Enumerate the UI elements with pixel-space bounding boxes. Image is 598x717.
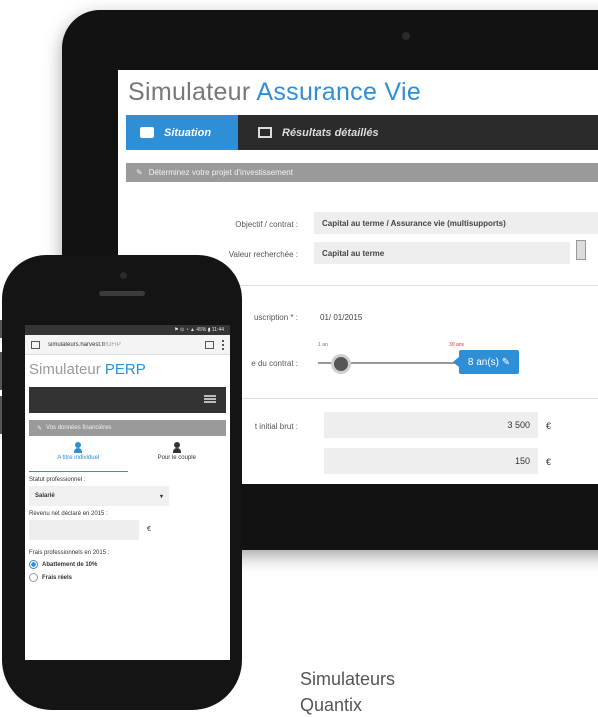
tagline: Simulateurs Quantix [300, 666, 395, 717]
statut-select[interactable]: Salarié ▾ [29, 486, 169, 506]
duration-slider-handle[interactable] [331, 354, 351, 374]
tablet-section-banner: ✎ Déterminez votre projet d'investisseme… [126, 163, 598, 182]
currency-symbol: € [147, 526, 151, 533]
option-couple-label: Pour le couple [157, 455, 196, 461]
slider-min-label: 1 an [318, 342, 328, 348]
versement-value: 3 500 [507, 420, 530, 430]
tab-resultats[interactable]: Résultats détaillés [244, 115, 379, 150]
household-option-group: A titre individuel Pour le couple [29, 440, 226, 472]
hamburger-menu-icon[interactable] [204, 395, 216, 403]
option-couple[interactable]: Pour le couple [128, 440, 227, 472]
phone-camera [120, 272, 127, 279]
versement-initial-input[interactable]: 3 500 [324, 412, 538, 438]
statut-label: Statut professionnel : [29, 477, 86, 483]
tablet-title-plain: Simulateur [128, 78, 257, 106]
phone-section-banner: ✎ Vos données financières [29, 420, 226, 436]
phone-title-accent: PERP [104, 361, 146, 378]
valeur-value: Capital au terme [322, 248, 385, 258]
stage: Simulateur Assurance Vie Situation Résul… [0, 0, 598, 717]
phone-title-plain: Simulateur [29, 361, 105, 378]
tablet-title-accent: Assurance Vie [256, 78, 422, 106]
tablet-camera [402, 32, 410, 40]
tagline-line2: Quantix [300, 695, 363, 715]
radio-empty-icon [29, 573, 38, 582]
couple-icon [172, 442, 181, 453]
periodique-value: 150 [514, 456, 530, 466]
objectif-select[interactable]: Capital au terme / Assurance vie (multis… [314, 212, 598, 234]
slider-value-tooltip[interactable]: 8 an(s) ✎ [453, 350, 519, 374]
statut-value: Salarié [35, 493, 55, 499]
tab-resultats-label: Résultats détaillés [282, 126, 379, 139]
radio-frais-reels-label: Frais réels [42, 574, 73, 581]
phone-page-title: Simulateur PERP [25, 355, 230, 381]
person-icon [74, 442, 83, 453]
tablet-nav-bar: Situation Résultats détaillés [126, 115, 598, 150]
pencil-icon: ✎ [37, 425, 43, 432]
tablet-banner-text: Déterminez votre projet d'investissement [148, 168, 293, 177]
valeur-select[interactable]: Capital au terme [314, 242, 570, 264]
status-icons: ⚑ ⊙ ◔ ▲ 45% ▮ 11:44 [174, 327, 224, 333]
browser-url-bar[interactable]: simulateurs.harvest.fr/DFIP [25, 335, 230, 355]
objectif-value: Capital au terme / Assurance vie (multis… [322, 218, 506, 228]
chevron-down-icon: ▾ [159, 493, 163, 500]
frais-label: Frais professionnels en 2015 : [29, 550, 110, 556]
radio-abattement[interactable]: Abattement de 10% [29, 560, 226, 569]
tab-situation[interactable]: Situation [126, 115, 238, 150]
currency-symbol: € [546, 421, 552, 431]
radio-abattement-label: Abattement de 10% [42, 561, 98, 568]
revenu-row: € [25, 517, 230, 545]
folder-icon [140, 127, 154, 138]
versement-periodique-input[interactable]: 150 [324, 448, 538, 474]
revenu-input[interactable] [29, 520, 139, 540]
tablet-page-title: Simulateur Assurance Vie [128, 78, 421, 107]
url-text[interactable]: simulateurs.harvest.fr/DFIP [48, 342, 197, 348]
slider-max-label: 30 ans [449, 342, 465, 348]
phone-speaker [99, 291, 145, 296]
menu-dots-icon[interactable] [222, 339, 224, 350]
tabs-icon[interactable] [205, 340, 214, 349]
status-bar: ⚑ ⊙ ◔ ▲ 45% ▮ 11:44 [25, 325, 230, 335]
url-domain: simulateurs.harvest.fr [48, 341, 106, 348]
radio-selected-icon [29, 560, 38, 569]
phone-nav-bar [29, 387, 226, 413]
phone-device: ⚑ ⊙ ◔ ▲ 45% ▮ 11:44 simulateurs.harvest.… [2, 255, 242, 710]
tab-situation-label: Situation [164, 126, 212, 139]
phone-screen: ⚑ ⊙ ◔ ▲ 45% ▮ 11:44 simulateurs.harvest.… [25, 325, 230, 660]
tagline-line1: Simulateurs [300, 669, 396, 689]
pencil-icon: ✎ [136, 168, 143, 177]
option-individuel[interactable]: A titre individuel [29, 440, 128, 472]
home-icon[interactable] [31, 340, 40, 349]
dropdown-toggle-button[interactable] [576, 240, 586, 260]
option-individuel-label: A titre individuel [57, 455, 100, 461]
chart-icon [258, 127, 272, 138]
url-path: /DFIP [105, 341, 121, 348]
currency-symbol: € [546, 457, 552, 467]
phone-banner-text: Vos données financières [46, 425, 112, 431]
radio-frais-reels[interactable]: Frais réels [29, 573, 226, 582]
souscription-date-field[interactable]: 01/ 01/2015 [320, 313, 362, 322]
objectif-label: Objectif / contrat : [235, 220, 298, 229]
